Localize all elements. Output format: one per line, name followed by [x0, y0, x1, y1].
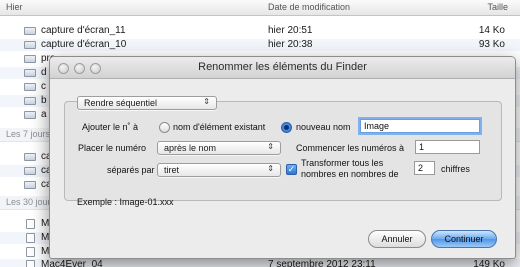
- document-file-icon: [26, 260, 35, 267]
- radio-existing-name[interactable]: [159, 122, 170, 133]
- image-file-icon: [24, 41, 36, 49]
- dialog-title: Renommer les éléments du Finder: [198, 61, 367, 73]
- new-name-input[interactable]: Image: [360, 119, 480, 133]
- file-name: capture d'écran_10: [41, 39, 127, 50]
- image-file-icon: [24, 181, 36, 189]
- radio-new-name[interactable]: [281, 122, 292, 133]
- popup-arrows-icon: ⇕: [203, 97, 210, 106]
- popup-arrows-icon: ⇕: [267, 142, 274, 151]
- file-name: a: [41, 109, 47, 120]
- separator-popup[interactable]: tiret ⇕: [157, 163, 281, 177]
- file-row[interactable]: Mac4Ever_04 7 septembre 2012 23:11 149 K…: [0, 259, 520, 267]
- file-name: b: [41, 95, 47, 106]
- column-size-header[interactable]: Taille: [487, 2, 508, 12]
- add-number-label: Ajouter le n˚ à: [82, 122, 139, 132]
- placement-label: Placer le numéro: [78, 143, 147, 153]
- file-row[interactable]: capture d'écran_11 hier 20:51 14 Ko: [0, 25, 520, 37]
- rename-mode-value: Rendre séquentiel: [84, 98, 158, 108]
- column-name-header[interactable]: Hier: [6, 2, 23, 12]
- file-date: 7 septembre 2012 23:11: [268, 259, 376, 267]
- start-number-input[interactable]: 1: [415, 140, 480, 154]
- file-size: 14 Ko: [478, 25, 505, 36]
- file-name: d: [41, 67, 47, 78]
- document-file-icon: [26, 233, 35, 243]
- image-file-icon: [24, 111, 36, 119]
- separator-label: séparés par: [107, 165, 155, 175]
- file-size: 93 Ko: [478, 39, 505, 50]
- image-file-icon: [24, 153, 36, 161]
- image-file-icon: [24, 167, 36, 175]
- document-file-icon: [26, 247, 35, 257]
- file-size: 149 Ko: [473, 259, 505, 267]
- radio-new-name-label[interactable]: nouveau nom: [296, 122, 351, 132]
- image-file-icon: [24, 83, 36, 91]
- continue-button[interactable]: Continuer: [431, 230, 497, 248]
- digits-suffix-label: chiffres: [441, 164, 470, 174]
- digits-input[interactable]: 2: [414, 161, 435, 175]
- dialog-titlebar[interactable]: Renommer les éléments du Finder: [50, 57, 515, 79]
- separator-value: tiret: [164, 165, 180, 175]
- file-name: capture d'écran_11: [41, 25, 126, 36]
- file-name: Mac4Ever_04: [41, 259, 103, 267]
- file-name: c: [41, 81, 46, 92]
- placement-popup[interactable]: après le nom ⇕: [157, 141, 281, 155]
- image-file-icon: [24, 69, 36, 77]
- start-at-label: Commencer les numéros à: [296, 143, 405, 153]
- column-header: Hier Date de modification Taille: [0, 0, 520, 16]
- image-file-icon: [24, 55, 36, 63]
- rename-dialog: Renommer les éléments du Finder Rendre s…: [49, 56, 516, 259]
- transform-label-line1: Transformer tous les: [301, 158, 384, 168]
- file-row[interactable]: capture d'écran_10 hier 20:38 93 Ko: [0, 39, 520, 51]
- radio-existing-name-label[interactable]: nom d'élément existant: [173, 122, 265, 132]
- transform-label-line2: nombres en nombres de: [301, 169, 399, 179]
- image-file-icon: [24, 27, 36, 35]
- column-date-header[interactable]: Date de modification: [268, 2, 350, 12]
- cancel-button[interactable]: Annuler: [368, 230, 426, 248]
- document-file-icon: [26, 219, 35, 229]
- popup-arrows-icon: ⇕: [267, 164, 274, 173]
- file-date: hier 20:51: [268, 25, 313, 36]
- placement-value: après le nom: [164, 143, 217, 153]
- transform-checkbox[interactable]: ✓: [286, 164, 297, 175]
- file-date: hier 20:38: [268, 39, 313, 50]
- example-text: Exemple : Image-01.xxx: [77, 197, 174, 207]
- rename-mode-popup[interactable]: Rendre séquentiel ⇕: [77, 96, 217, 110]
- image-file-icon: [24, 97, 36, 105]
